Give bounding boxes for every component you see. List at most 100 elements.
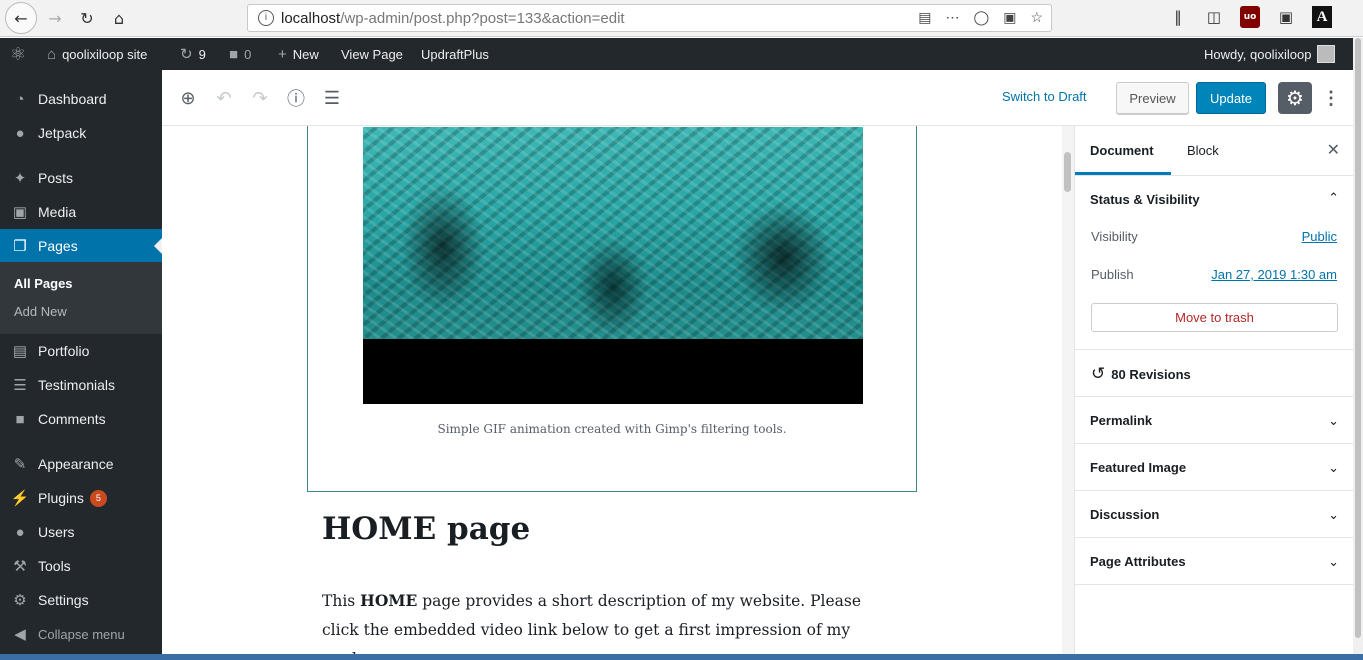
settings-tabs: Document Block ✕: [1075, 126, 1354, 176]
publish-date-link[interactable]: Jan 27, 2019 1:30 am: [1211, 267, 1337, 282]
back-arrow-icon[interactable]: ←: [5, 2, 37, 34]
font-extension-icon[interactable]: A: [1312, 6, 1332, 28]
image-caption[interactable]: Simple GIF animation created with Gimp's…: [308, 422, 916, 436]
sidebar-item-users[interactable]: ● Users: [0, 515, 162, 549]
sidebar-item-label: Users: [38, 524, 75, 540]
page-scrollbar[interactable]: [1353, 38, 1363, 660]
browser-toolbar: ← → ↻ ⌂ i localhost/wp-admin/post.php?po…: [0, 0, 1363, 37]
sidebar-item-comments[interactable]: ■ Comments: [0, 402, 162, 436]
sidebar-item-label: Posts: [38, 170, 74, 186]
page-heading[interactable]: HOME page: [322, 511, 530, 547]
updraftplus-link[interactable]: UpdraftPlus: [421, 38, 489, 70]
update-button[interactable]: Update: [1196, 82, 1266, 114]
collapse-arrow-icon: ◀: [14, 626, 26, 643]
new-label: New: [292, 46, 319, 62]
pocket-icon[interactable]: ◯: [974, 9, 990, 26]
sidebar-item-portfolio[interactable]: ▤ Portfolio: [0, 334, 162, 368]
settings-sidebar: Document Block ✕ Status & Visibility ⌃ V…: [1074, 126, 1354, 660]
url-host: localhost: [281, 10, 341, 27]
paragraph-text-start: This: [322, 592, 361, 610]
divider: [1075, 584, 1354, 585]
sidebar-item-jetpack[interactable]: ● Jetpack: [0, 116, 162, 150]
chevron-down-icon[interactable]: ⌄: [1328, 554, 1339, 570]
sidebar-toggle-icon[interactable]: ◫: [1204, 6, 1224, 28]
library-icon[interactable]: ‖: [1168, 6, 1188, 28]
intro-paragraph[interactable]: This HOME page provides a short descript…: [322, 586, 897, 660]
reader-view-icon[interactable]: ▤: [918, 9, 931, 26]
settings-gear-icon[interactable]: ⚙: [1278, 82, 1312, 114]
sidebar-item-label: Jetpack: [38, 125, 87, 141]
updates-icon: ↻: [180, 46, 193, 63]
screenshot-icon[interactable]: ▣: [1276, 6, 1296, 28]
reload-icon[interactable]: ↻: [72, 4, 102, 32]
permalink-panel-title[interactable]: Permalink: [1090, 413, 1152, 428]
submenu-all-pages[interactable]: All Pages: [14, 276, 73, 291]
submenu-add-new[interactable]: Add New: [14, 304, 67, 319]
revisions-link[interactable]: ↺ 80 Revisions: [1091, 364, 1191, 384]
tab-document[interactable]: Document: [1090, 143, 1154, 158]
editor-scrollbar-thumb[interactable]: [1064, 152, 1071, 192]
plugins-update-badge: 5: [89, 489, 107, 507]
collapse-menu-button[interactable]: ◀ Collapse menu: [0, 617, 162, 651]
switch-to-draft-button[interactable]: Switch to Draft: [1002, 89, 1087, 104]
comments-link[interactable]: ■ 0: [229, 38, 251, 70]
chevron-up-icon[interactable]: ⌃: [1328, 190, 1339, 206]
new-content-link[interactable]: + New: [278, 38, 319, 70]
sidebar-item-label: Pages: [38, 238, 78, 254]
move-to-trash-button[interactable]: Move to trash: [1091, 303, 1338, 332]
ublock-icon[interactable]: uo: [1240, 6, 1260, 28]
address-bar[interactable]: i localhost/wp-admin/post.php?post=133&a…: [247, 4, 1052, 32]
sidebar-item-plugins[interactable]: ⚡ Plugins 5: [0, 481, 162, 515]
chevron-down-icon[interactable]: ⌄: [1328, 460, 1339, 476]
sidebar-item-tools[interactable]: ⚒ Tools: [0, 549, 162, 583]
view-page-link[interactable]: View Page: [341, 38, 403, 70]
add-block-icon[interactable]: ⊕: [174, 84, 202, 112]
sidebar-item-media[interactable]: ▣ Media: [0, 195, 162, 229]
block-navigation-icon[interactable]: ☰: [318, 84, 346, 112]
collapse-menu-label: Collapse menu: [38, 626, 125, 642]
featured-image-panel-title[interactable]: Featured Image: [1090, 460, 1186, 475]
save-icon[interactable]: ▣: [1003, 9, 1016, 26]
bookmark-star-icon[interactable]: ☆: [1030, 9, 1043, 26]
site-name-link[interactable]: ⌂ qoolixiloop site: [47, 38, 147, 70]
comment-bubble-icon: ■: [229, 45, 239, 63]
sidebar-item-posts[interactable]: ✦ Posts: [0, 161, 162, 195]
home-icon[interactable]: ⌂: [104, 4, 134, 32]
sidebar-item-dashboard[interactable]: ◔ Dashboard: [0, 82, 162, 116]
plus-icon: +: [278, 45, 287, 63]
divider: [1075, 537, 1354, 538]
visibility-link[interactable]: Public: [1302, 229, 1337, 244]
editor-scrollbar[interactable]: [1062, 126, 1074, 660]
sidebar-item-testimonials[interactable]: ☰ Testimonials: [0, 368, 162, 402]
brush-icon: ✎: [13, 456, 27, 473]
page-scrollbar-thumb[interactable]: [1355, 38, 1361, 638]
more-options-icon[interactable]: ⋮: [1320, 82, 1342, 114]
status-visibility-panel-title[interactable]: Status & Visibility: [1090, 192, 1200, 207]
wordpress-logo-icon[interactable]: ⚛: [10, 38, 26, 70]
discussion-panel-title[interactable]: Discussion: [1090, 507, 1159, 522]
site-info-icon[interactable]: i: [258, 10, 274, 26]
info-icon[interactable]: ⓘ: [282, 84, 310, 112]
wp-admin-bar: ⚛ ⌂ qoolixiloop site ↻ 9 ■ 0 + New View Page…: [0, 38, 1353, 70]
tab-block[interactable]: Block: [1187, 143, 1219, 158]
sidebar-item-settings[interactable]: ⚙ Settings: [0, 583, 162, 617]
forward-arrow-icon[interactable]: →: [40, 4, 70, 32]
howdy-text: Howdy, qoolixiloop: [1204, 46, 1312, 62]
visibility-label: Visibility: [1091, 229, 1138, 244]
sidebar-item-pages[interactable]: ❐ Pages: [0, 229, 162, 263]
close-icon[interactable]: ✕: [1327, 140, 1340, 160]
admin-sidebar: ◔ Dashboard ● Jetpack ✦ Posts ▣ Media ❐ Pages…: [0, 70, 162, 660]
image-block[interactable]: Simple GIF animation created with Gimp's…: [307, 126, 917, 492]
page-attributes-panel-title[interactable]: Page Attributes: [1090, 554, 1186, 569]
preview-button[interactable]: Preview: [1116, 82, 1189, 114]
sidebar-item-appearance[interactable]: ✎ Appearance: [0, 447, 162, 481]
chevron-down-icon[interactable]: ⌄: [1328, 507, 1339, 523]
updates-count: 9: [198, 46, 206, 62]
chevron-down-icon[interactable]: ⌄: [1328, 413, 1339, 429]
redo-icon[interactable]: ↷: [246, 84, 274, 112]
updates-link[interactable]: ↻ 9: [180, 38, 206, 70]
undo-icon[interactable]: ↶: [210, 84, 238, 112]
my-account-link[interactable]: Howdy, qoolixiloop: [1204, 38, 1336, 70]
sidebar-item-label: Portfolio: [38, 343, 90, 359]
page-actions-icon[interactable]: ⋯: [946, 9, 960, 26]
